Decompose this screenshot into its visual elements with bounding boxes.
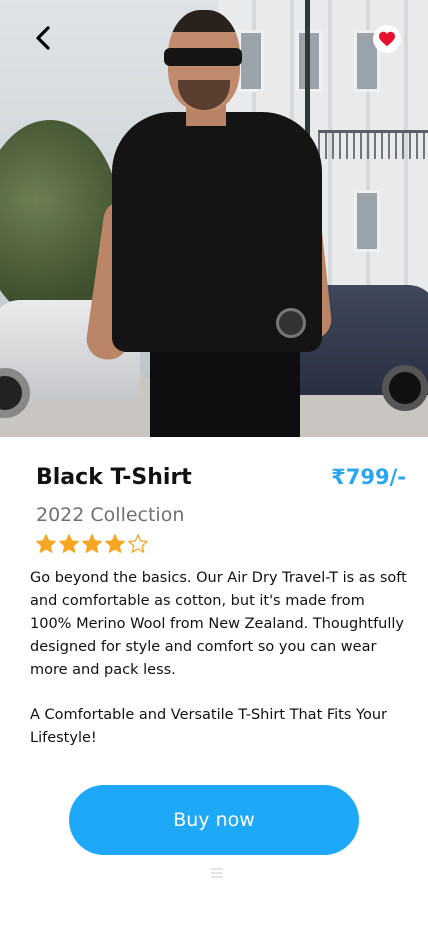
star-filled-icon xyxy=(82,534,102,553)
star-filled-icon xyxy=(105,534,125,553)
heart-icon xyxy=(379,31,395,47)
back-button[interactable] xyxy=(30,24,58,52)
star-filled-icon xyxy=(59,534,79,553)
product-image xyxy=(0,0,428,437)
buy-now-button[interactable]: Buy now xyxy=(69,785,359,855)
model-sunglasses xyxy=(164,48,242,66)
star-filled-icon xyxy=(36,534,56,553)
model-watch xyxy=(276,308,306,338)
star-outline-icon xyxy=(128,534,148,553)
model-pants xyxy=(150,340,300,437)
chevron-left-icon xyxy=(36,26,50,50)
product-price: ₹799/- xyxy=(331,465,406,489)
product-tagline: A Comfortable and Versatile T-Shirt That… xyxy=(30,707,387,746)
rating-stars xyxy=(35,533,149,555)
favorite-button[interactable] xyxy=(373,25,401,53)
product-collection: 2022 Collection xyxy=(36,504,185,526)
product-description: Go beyond the basics. Our Air Dry Travel… xyxy=(30,570,407,678)
grid-handle-icon xyxy=(211,868,223,878)
product-title: Black T-Shirt xyxy=(36,465,192,490)
